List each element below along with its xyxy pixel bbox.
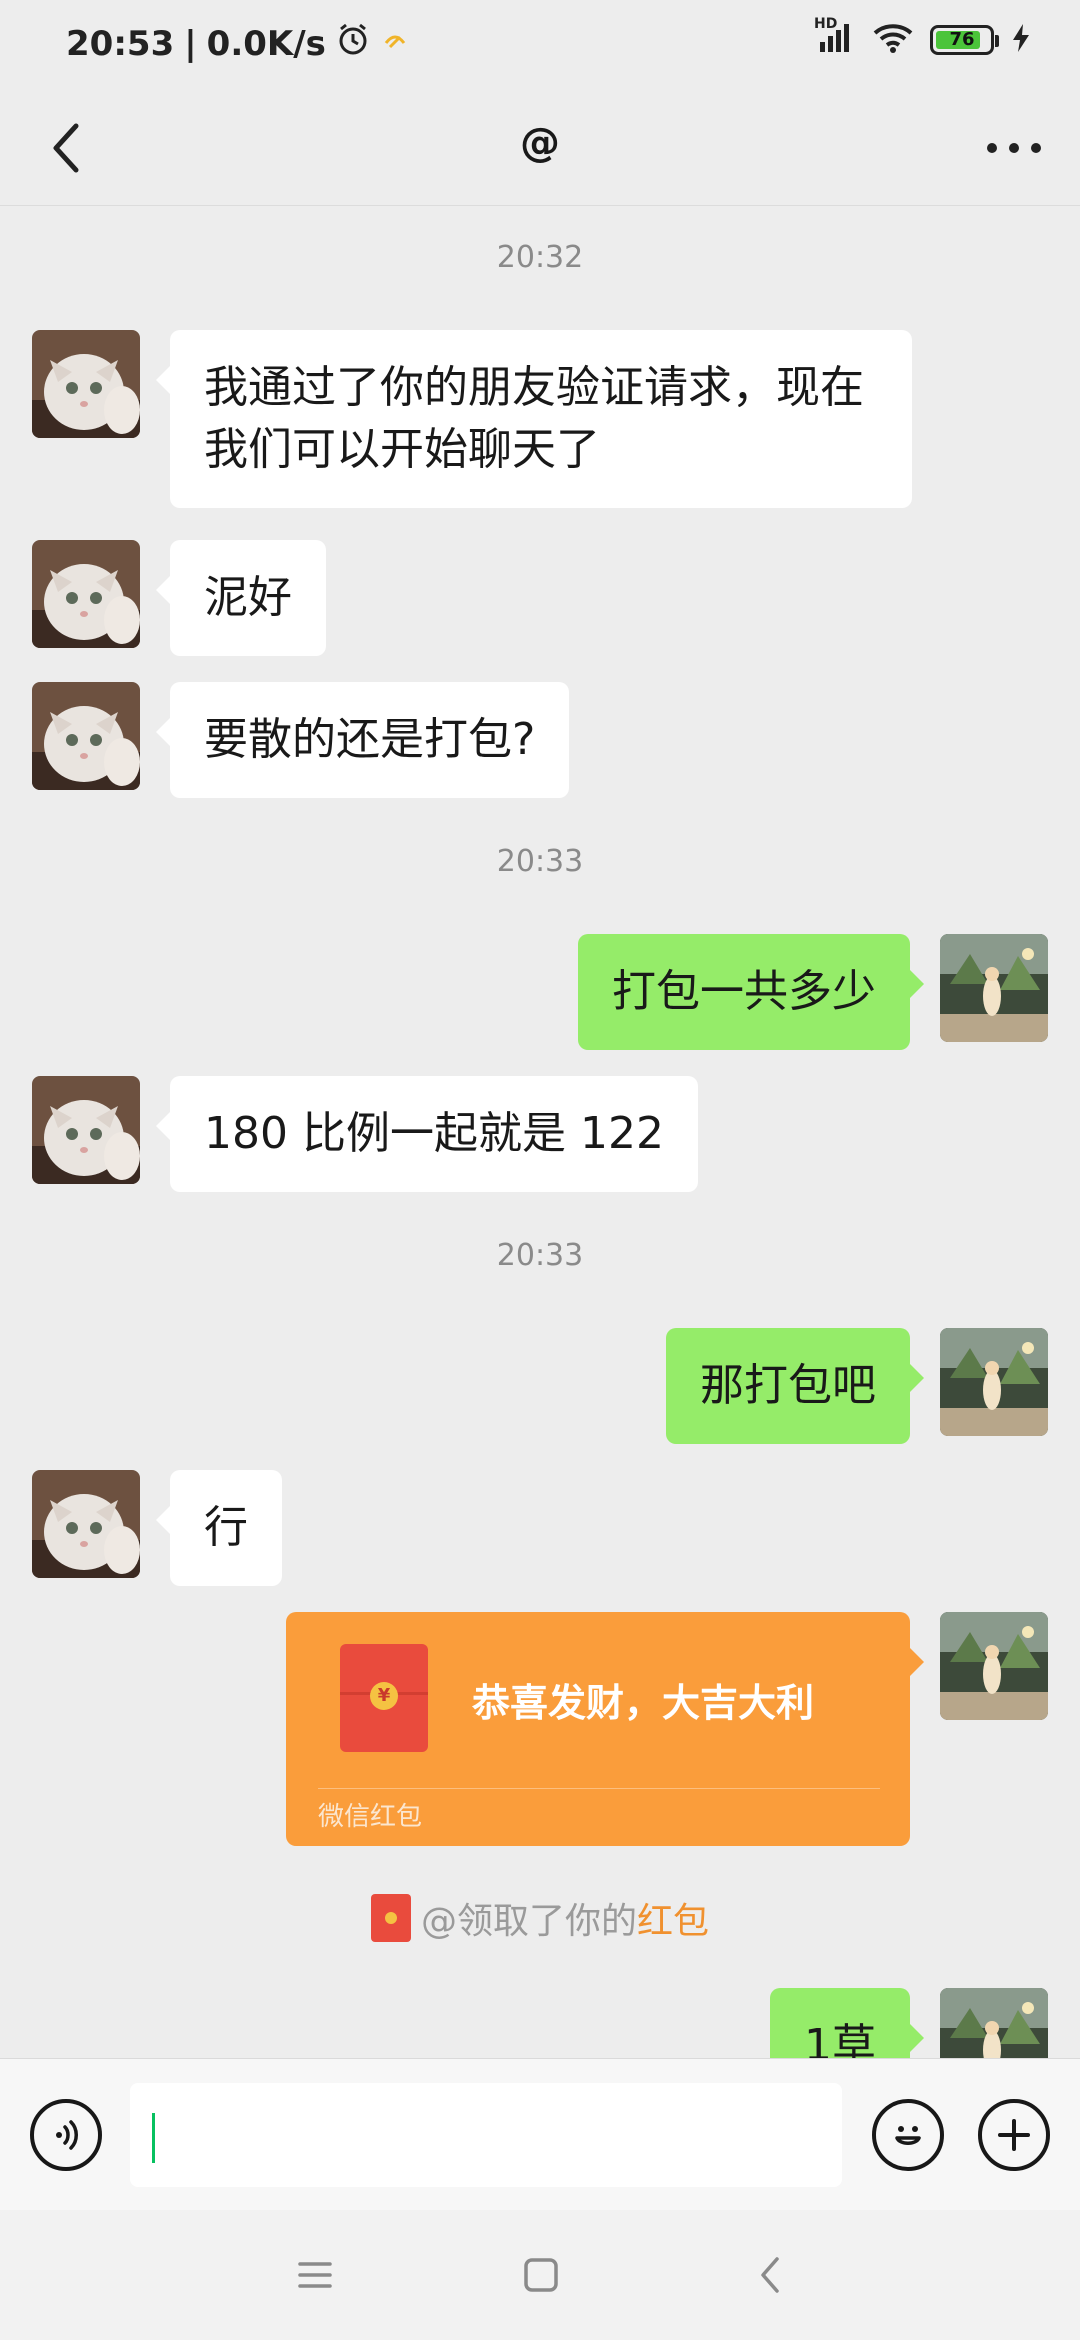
red-packet-label: 微信红包 — [318, 1802, 423, 1832]
chevron-left-icon — [761, 2257, 779, 2293]
message-bubble[interactable]: 要散的还是打包? — [155, 682, 570, 798]
message-input[interactable] — [130, 2083, 842, 2187]
voice-button[interactable] — [30, 2099, 102, 2171]
message-bubble[interactable]: 1草 — [770, 1988, 924, 2058]
text-caret — [152, 2113, 155, 2163]
contact-avatar[interactable] — [32, 540, 140, 648]
message-bubble[interactable]: 泥好 — [156, 540, 326, 656]
my-avatar[interactable] — [940, 1612, 1048, 1720]
message-bubble[interactable]: 那打包吧 — [666, 1328, 924, 1444]
contact-avatar[interactable] — [32, 1076, 140, 1184]
back-nav-button[interactable] — [746, 2252, 792, 2298]
timestamp: 20:33 — [496, 1238, 584, 1273]
message-bubble[interactable]: 打包一共多少 — [578, 934, 924, 1050]
my-avatar[interactable] — [940, 1988, 1048, 2058]
my-avatar[interactable] — [940, 934, 1048, 1042]
menu-icon — [298, 2262, 332, 2288]
red-packet-card[interactable]: ¥ 恭喜发财，大吉大利 微信红包 — [286, 1612, 924, 1846]
message-bubble[interactable]: 我通过了你的朋友验证请求，现在我们可以开始聊天了 — [156, 330, 912, 508]
emoji-button[interactable] — [872, 2099, 944, 2171]
message-bubble[interactable]: 180 比例一起就是 122 — [156, 1076, 698, 1192]
recents-button[interactable] — [292, 2252, 338, 2298]
timestamp: 20:33 — [496, 844, 584, 879]
plus-icon — [998, 2119, 1030, 2151]
red-packet-small-icon — [370, 1894, 411, 1942]
red-packet-icon: ¥ — [340, 1644, 428, 1752]
emoji-icon — [895, 2126, 921, 2145]
timestamp: 20:32 — [496, 240, 584, 275]
red-packet-coin: ¥ — [370, 1682, 398, 1710]
message-bubble[interactable]: 行 — [156, 1470, 282, 1586]
my-avatar[interactable] — [940, 1328, 1048, 1436]
message-list[interactable]: 20:32 我通过了你的朋友验证请求，现在我们可以开始聊天了 泥好 要散的还是打… — [0, 0, 1080, 2058]
square-icon — [524, 2258, 558, 2292]
voice-icon — [56, 2120, 78, 2150]
divider — [318, 1788, 880, 1789]
system-note-text: @领取了你的 — [420, 1901, 637, 1942]
input-bar — [0, 2058, 1080, 2211]
system-nav-bar — [0, 2210, 1080, 2340]
plus-button[interactable] — [978, 2099, 1050, 2171]
system-note: @领取了你的 红包 — [0, 1892, 1080, 1944]
red-packet-title: 恭喜发财，大吉大利 — [472, 1681, 815, 1725]
contact-avatar[interactable] — [32, 1470, 140, 1578]
red-packet-link[interactable]: 红包 — [637, 1892, 709, 1944]
home-button[interactable] — [518, 2252, 564, 2298]
contact-avatar[interactable] — [32, 682, 140, 790]
contact-avatar[interactable] — [32, 330, 140, 438]
